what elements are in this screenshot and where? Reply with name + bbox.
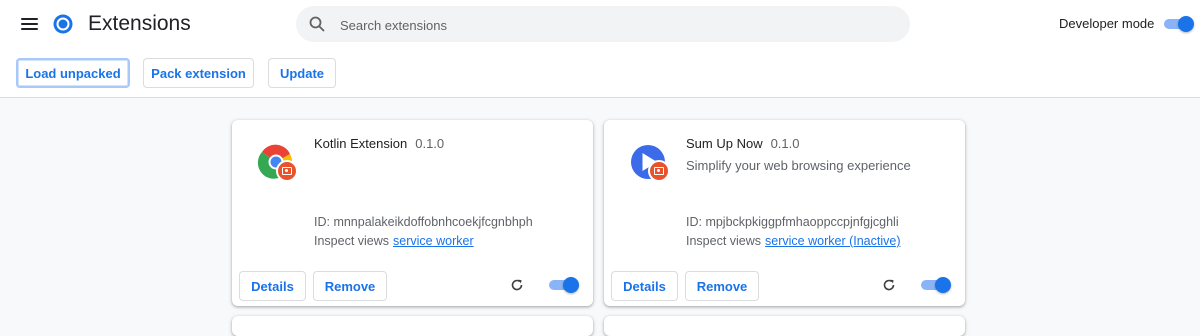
page-title: Extensions [88, 12, 191, 35]
remove-button[interactable]: Remove [313, 271, 387, 301]
extension-name: Sum Up Now [686, 136, 763, 151]
pack-extension-button[interactable]: Pack extension [143, 58, 254, 88]
service-worker-link[interactable]: service worker (Inactive) [765, 234, 900, 248]
chrome-logo-icon [53, 14, 73, 34]
extension-enable-toggle[interactable] [547, 277, 579, 293]
extension-id: ID: mpjbckpkiggpfmhaoppccpjnfgjcghli [686, 215, 899, 229]
search-icon [309, 16, 325, 32]
details-button[interactable]: Details [239, 271, 306, 301]
search-box[interactable] [296, 6, 910, 44]
unpacked-badge-icon [648, 160, 670, 182]
extension-card-sum-up-now: Sum Up Now 0.1.0 Simplify your web browsi… [604, 120, 965, 306]
extension-card-partial [232, 316, 593, 336]
service-worker-link[interactable]: service worker [393, 234, 474, 248]
extension-name-line: Kotlin Extension 0.1.0 [314, 136, 444, 151]
unpacked-badge-icon [276, 160, 298, 182]
remove-button[interactable]: Remove [685, 271, 759, 301]
extension-description: Simplify your web browsing experience [686, 158, 911, 173]
extension-version: 0.1.0 [415, 136, 445, 151]
top-bar: Extensions Developer mode Load unpacked … [0, 0, 1200, 98]
reload-icon[interactable] [882, 278, 896, 292]
details-button[interactable]: Details [611, 271, 678, 301]
extension-name: Kotlin Extension [314, 136, 408, 151]
extension-card-partial [604, 316, 965, 336]
extension-id: ID: mnnpalakeikdoffobnhcoekjfcgnbhph [314, 215, 533, 229]
developer-mode-label: Developer mode [1059, 16, 1155, 31]
extension-name-line: Sum Up Now 0.1.0 [686, 136, 800, 151]
extension-enable-toggle[interactable] [919, 277, 951, 293]
inspect-views-label: Inspect views [314, 234, 390, 248]
developer-mode-toggle[interactable] [1162, 16, 1194, 32]
extension-card-kotlin: Kotlin Extension 0.1.0 ID: mnnpalakeikdof… [232, 120, 593, 306]
inspect-views: Inspect views service worker (Inactive) [686, 234, 900, 248]
reload-icon[interactable] [510, 278, 524, 292]
menu-icon[interactable] [21, 16, 39, 32]
update-button[interactable]: Update [268, 58, 336, 88]
search-input[interactable] [338, 6, 882, 44]
inspect-views-label: Inspect views [686, 234, 762, 248]
load-unpacked-button[interactable]: Load unpacked [16, 58, 130, 88]
inspect-views: Inspect views service worker [314, 234, 474, 248]
extension-version: 0.1.0 [770, 136, 800, 151]
